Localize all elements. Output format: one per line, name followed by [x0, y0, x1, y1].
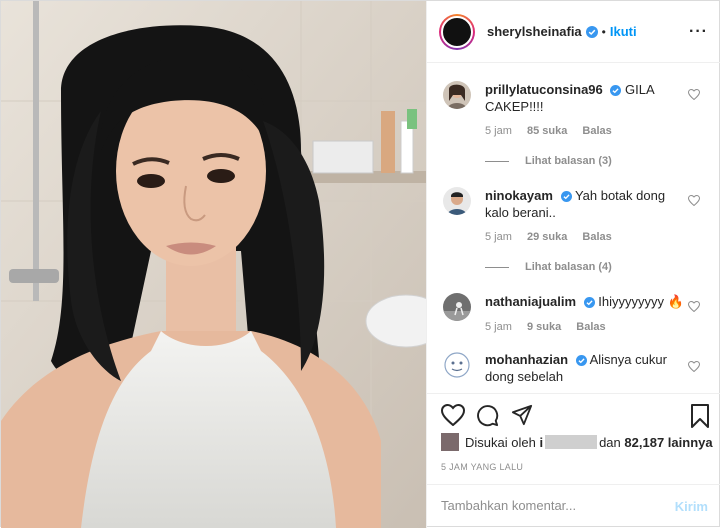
comment-username[interactable]: mohanhazian — [485, 352, 568, 367]
bookmark-icon[interactable] — [690, 404, 710, 428]
view-replies-label: Lihat balasan (4) — [525, 261, 612, 273]
avatar-image — [443, 351, 471, 379]
reply-button[interactable]: Balas — [576, 321, 605, 333]
comment-time[interactable]: 5 jam — [485, 321, 512, 333]
avatar-image — [443, 293, 471, 321]
selfie-image — [1, 1, 426, 528]
commenter-avatar[interactable] — [443, 187, 471, 215]
comment-meta: 5 jam 9 suka Balas — [485, 321, 618, 333]
comment-username[interactable]: prillylatuconsina96 — [485, 82, 603, 97]
comment-icon[interactable] — [476, 404, 499, 427]
heart-icon[interactable] — [688, 195, 700, 206]
replies-line — [485, 160, 509, 162]
comment-body: prillylatuconsina96 GILA CAKEP!!!! — [485, 81, 685, 115]
replies-line — [485, 266, 509, 268]
separator-dot: • — [601, 24, 606, 39]
view-replies-label: Lihat balasan (3) — [525, 155, 612, 167]
redacted-username — [545, 435, 598, 449]
comment-username[interactable]: ninokayam — [485, 188, 553, 203]
view-replies-button[interactable]: Lihat balasan (4) — [485, 261, 612, 273]
verified-badge-icon — [583, 297, 595, 309]
post-sidebar: sherylsheinafia • Ikuti ··· prillylatuco… — [426, 1, 720, 528]
verified-badge-icon — [610, 85, 622, 97]
more-icon[interactable]: ··· — [689, 23, 708, 41]
verified-badge-icon — [560, 191, 572, 203]
comments-list[interactable]: prillylatuconsina96 GILA CAKEP!!!! 5 jam… — [427, 63, 720, 393]
add-comment-bar: Kirim — [427, 484, 720, 528]
heart-icon[interactable] — [688, 301, 700, 312]
liker-avatar[interactable] — [441, 433, 459, 451]
follow-button[interactable]: Ikuti — [610, 24, 637, 39]
commenter-avatar[interactable] — [443, 81, 471, 109]
likes-suffix[interactable]: lainnya — [668, 435, 713, 450]
avatar-image — [443, 187, 471, 215]
comment-likes[interactable]: 29 suka — [527, 231, 567, 243]
post-comment-button[interactable]: Kirim — [675, 499, 708, 514]
author-username[interactable]: sherylsheinafia — [487, 24, 582, 39]
action-bar — [427, 393, 720, 437]
post-timestamp[interactable]: 5 JAM YANG LALU — [441, 462, 523, 472]
heart-icon[interactable] — [441, 404, 465, 426]
commenter-avatar[interactable] — [443, 351, 471, 379]
likes-count[interactable]: 82,187 — [624, 435, 664, 450]
reply-button[interactable]: Balas — [582, 125, 611, 137]
author-avatar-image — [441, 15, 473, 48]
comment-meta: 5 jam 29 suka Balas — [485, 231, 624, 243]
avatar-image — [443, 81, 471, 109]
comment-body: nathaniajualim Ihiyyyyyyyy 🔥 — [485, 293, 685, 310]
reply-button[interactable]: Balas — [582, 231, 611, 243]
liker-username[interactable]: i — [539, 435, 543, 450]
verified-badge-icon — [575, 355, 587, 367]
likes-middle: dan — [599, 434, 621, 450]
comment-body: mohanhazian Alisnya cukur dong sebelah — [485, 351, 685, 385]
comment-body: ninokayam Yah botak dong kalo berani.. — [485, 187, 685, 221]
author-avatar[interactable] — [439, 13, 475, 50]
post-container: sherylsheinafia • Ikuti ··· prillylatuco… — [0, 0, 720, 528]
commenter-avatar[interactable] — [443, 293, 471, 321]
verified-badge-icon — [585, 25, 598, 38]
post-photo[interactable] — [1, 1, 426, 528]
heart-icon[interactable] — [688, 89, 700, 100]
comment-time[interactable]: 5 jam — [485, 231, 512, 243]
comment-input[interactable] — [441, 498, 661, 513]
share-icon[interactable] — [511, 404, 533, 426]
comment-likes[interactable]: 9 suka — [527, 321, 561, 333]
post-header: sherylsheinafia • Ikuti ··· — [427, 1, 720, 63]
likes-prefix: Disukai oleh — [465, 434, 536, 450]
comment-meta: 5 jam 85 suka Balas — [485, 125, 624, 137]
heart-icon[interactable] — [688, 361, 700, 372]
likes-summary: Disukai oleh i dan 82,187 lainnya — [441, 433, 713, 451]
comment-likes[interactable]: 85 suka — [527, 125, 567, 137]
comment-username[interactable]: nathaniajualim — [485, 294, 576, 309]
view-replies-button[interactable]: Lihat balasan (3) — [485, 155, 612, 167]
comment-time[interactable]: 5 jam — [485, 125, 512, 137]
comment-text: Ihiyyyyyyyy 🔥 — [598, 294, 684, 309]
